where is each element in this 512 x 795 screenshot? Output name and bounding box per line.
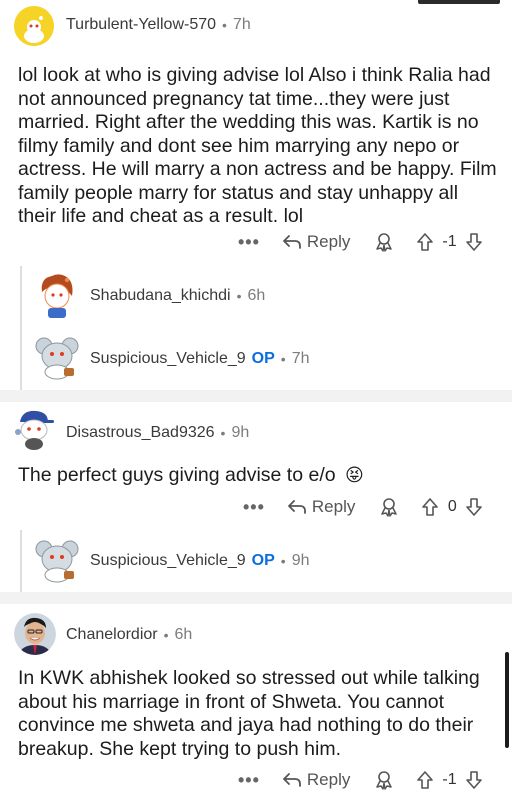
separator: • xyxy=(280,351,286,367)
username[interactable]: Suspicious_Vehicle_9 xyxy=(90,350,246,368)
username[interactable]: Chanelordior xyxy=(66,626,158,644)
award-icon xyxy=(376,771,393,790)
reply-button[interactable]: Reply xyxy=(287,497,355,517)
award-icon xyxy=(381,498,398,517)
comment-actions: ••• Reply -1 xyxy=(238,765,483,795)
comment-header: Turbulent-Yellow-570 • 7h xyxy=(66,16,251,34)
timestamp: 9h xyxy=(231,424,250,441)
comment-header: Shabudana_khichdi • 6h xyxy=(90,287,265,305)
award-button[interactable] xyxy=(374,770,394,790)
comment-header: Suspicious_Vehicle_9 OP • 9h xyxy=(90,552,310,570)
comment-actions: ••• Reply -1 xyxy=(238,227,483,257)
timestamp: 9h xyxy=(291,552,310,569)
award-button[interactable] xyxy=(379,497,399,517)
avatar[interactable] xyxy=(14,613,56,655)
downvote-icon[interactable] xyxy=(465,497,483,517)
comment-body: The perfect guys giving advise to e/o 😝 xyxy=(18,464,500,488)
username[interactable]: Shabudana_khichdi xyxy=(90,287,231,305)
upvote-icon[interactable] xyxy=(416,232,434,252)
comment-body: In KWK abhishek looked so stressed out w… xyxy=(18,667,480,760)
separator: • xyxy=(236,288,242,304)
reply-label: Reply xyxy=(311,497,356,516)
comment-header: Disastrous_Bad9326 • 9h xyxy=(66,424,249,442)
op-badge: OP xyxy=(251,350,275,367)
comment-actions: ••• Reply 0 xyxy=(243,492,483,522)
comment-body: lol look at who is giving advise lol Als… xyxy=(18,64,497,227)
vote-score: -1 xyxy=(442,771,457,788)
reply-icon xyxy=(288,500,306,514)
avatar[interactable] xyxy=(36,270,78,320)
award-button[interactable] xyxy=(374,232,394,252)
separator: • xyxy=(163,627,169,643)
reply-label: Reply xyxy=(306,232,351,251)
reply-button[interactable]: Reply xyxy=(282,770,350,790)
timestamp: 7h xyxy=(291,350,310,367)
more-button[interactable]: ••• xyxy=(243,497,265,518)
downvote-icon[interactable] xyxy=(465,232,483,252)
username[interactable]: Disastrous_Bad9326 xyxy=(66,424,215,442)
avatar[interactable] xyxy=(14,6,54,46)
op-badge: OP xyxy=(251,552,275,569)
vote-score: 0 xyxy=(447,498,457,515)
timestamp: 6h xyxy=(174,626,193,643)
avatar[interactable] xyxy=(34,535,80,583)
username[interactable]: Turbulent-Yellow-570 xyxy=(66,16,216,34)
emoji: 😝 xyxy=(345,465,364,485)
more-button[interactable]: ••• xyxy=(238,770,260,791)
comment-header: Suspicious_Vehicle_9 OP • 7h xyxy=(90,350,310,368)
vote-controls: 0 xyxy=(421,497,483,517)
vote-score: -1 xyxy=(442,233,457,250)
thread-line[interactable] xyxy=(20,530,22,592)
separator: • xyxy=(222,17,227,33)
thread-divider xyxy=(0,592,512,604)
username[interactable]: Suspicious_Vehicle_9 xyxy=(90,552,246,570)
reply-icon xyxy=(283,235,301,249)
upvote-icon[interactable] xyxy=(416,770,434,790)
thread-divider xyxy=(0,390,512,402)
status-bar-fragment xyxy=(418,0,500,4)
reply-icon xyxy=(283,773,301,787)
scrollbar[interactable] xyxy=(505,652,509,748)
comment-header: Chanelordior • 6h xyxy=(66,626,192,644)
avatar[interactable] xyxy=(12,406,56,450)
timestamp: 7h xyxy=(232,16,251,33)
vote-controls: -1 xyxy=(416,770,482,790)
reply-button[interactable]: Reply xyxy=(282,232,350,252)
vote-controls: -1 xyxy=(416,232,482,252)
more-button[interactable]: ••• xyxy=(238,232,260,253)
comment-text: The perfect guys giving advise to e/o xyxy=(18,464,336,486)
separator: • xyxy=(220,425,226,441)
thread-line[interactable] xyxy=(20,266,22,390)
upvote-icon[interactable] xyxy=(421,497,439,517)
downvote-icon[interactable] xyxy=(465,770,483,790)
reply-label: Reply xyxy=(306,770,351,789)
award-icon xyxy=(376,233,393,252)
avatar[interactable] xyxy=(34,332,80,380)
separator: • xyxy=(280,553,286,569)
timestamp: 6h xyxy=(247,287,266,304)
